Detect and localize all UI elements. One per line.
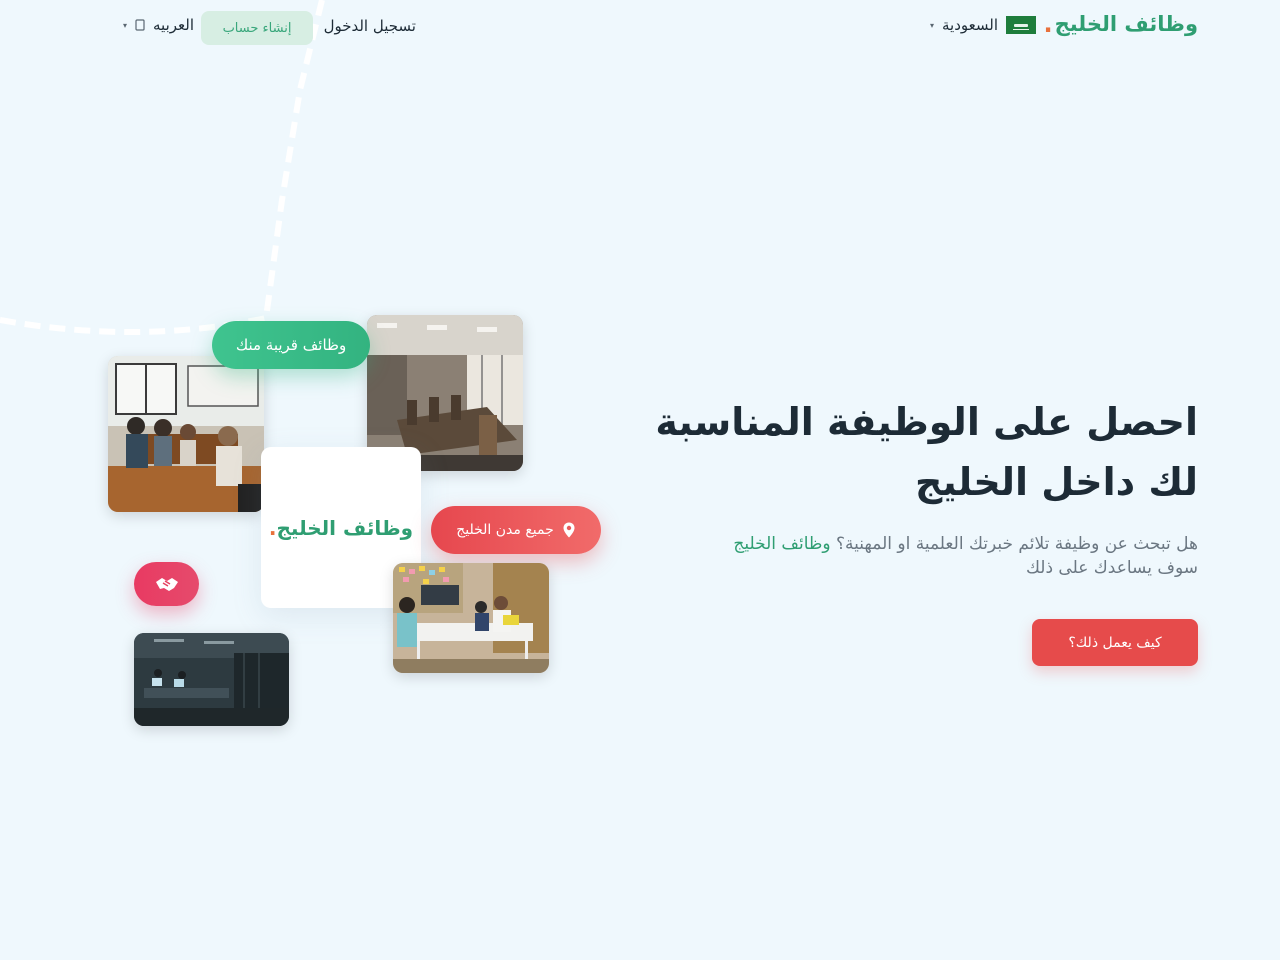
country-selector[interactable]: السعودية ▾ [930,16,1036,34]
chevron-down-icon: ▾ [929,20,934,30]
brand-card-dot: . [268,515,277,540]
language-selector[interactable]: العربيه ▾ [123,16,194,34]
hero-subtitle: هل تبحث عن وظيفة تلائم خبرتك العلمية او … [638,532,1198,580]
office-workshop-photo [393,563,549,673]
hero-subtitle-brand: وظائف الخليج [733,534,831,554]
handshake-icon [154,574,180,594]
logo-text: وظائف الخليج [1054,12,1198,36]
all-gulf-cities-label: جميع مدن الخليج [456,522,554,538]
dark-office-photo [134,633,289,726]
all-gulf-cities-button[interactable]: جميع مدن الخليج [431,506,601,554]
logo-dot: . [1043,10,1053,38]
saudi-flag-icon [1006,16,1036,34]
hero-subtitle-part1: هل تبحث عن وظيفة تلائم خبرتك العلمية او … [836,534,1198,554]
handshake-button[interactable] [134,562,199,606]
chevron-down-icon: ▾ [122,20,127,30]
hero-title-line2: لك داخل الخليج [914,460,1198,504]
how-it-works-button[interactable]: كيف يعمل ذلك؟ [1032,619,1198,666]
globe-icon [135,18,145,32]
map-pin-icon [562,522,576,538]
login-link[interactable]: تسجيل الدخول [324,17,416,35]
team-meeting-photo [108,356,264,512]
hero-title: احصل على الوظيفة المناسبة لك داخل الخليج [638,392,1198,512]
hero-subtitle-part2: سوف يساعدك على ذلك [1025,558,1198,578]
language-label: العربيه [153,16,194,34]
signup-button[interactable]: إنشاء حساب [201,11,313,45]
landing-page: وظائف الخليج. السعودية ▾ تسجيل الدخول إن… [0,0,1280,960]
country-label: السعودية [941,16,998,34]
nearby-jobs-button[interactable]: وظائف قريبة منك [212,321,370,369]
site-logo[interactable]: وظائف الخليج. [1043,12,1198,36]
brand-card-text: وظائف الخليج [276,515,414,540]
hero-title-line1: احصل على الوظيفة المناسبة [655,400,1198,444]
